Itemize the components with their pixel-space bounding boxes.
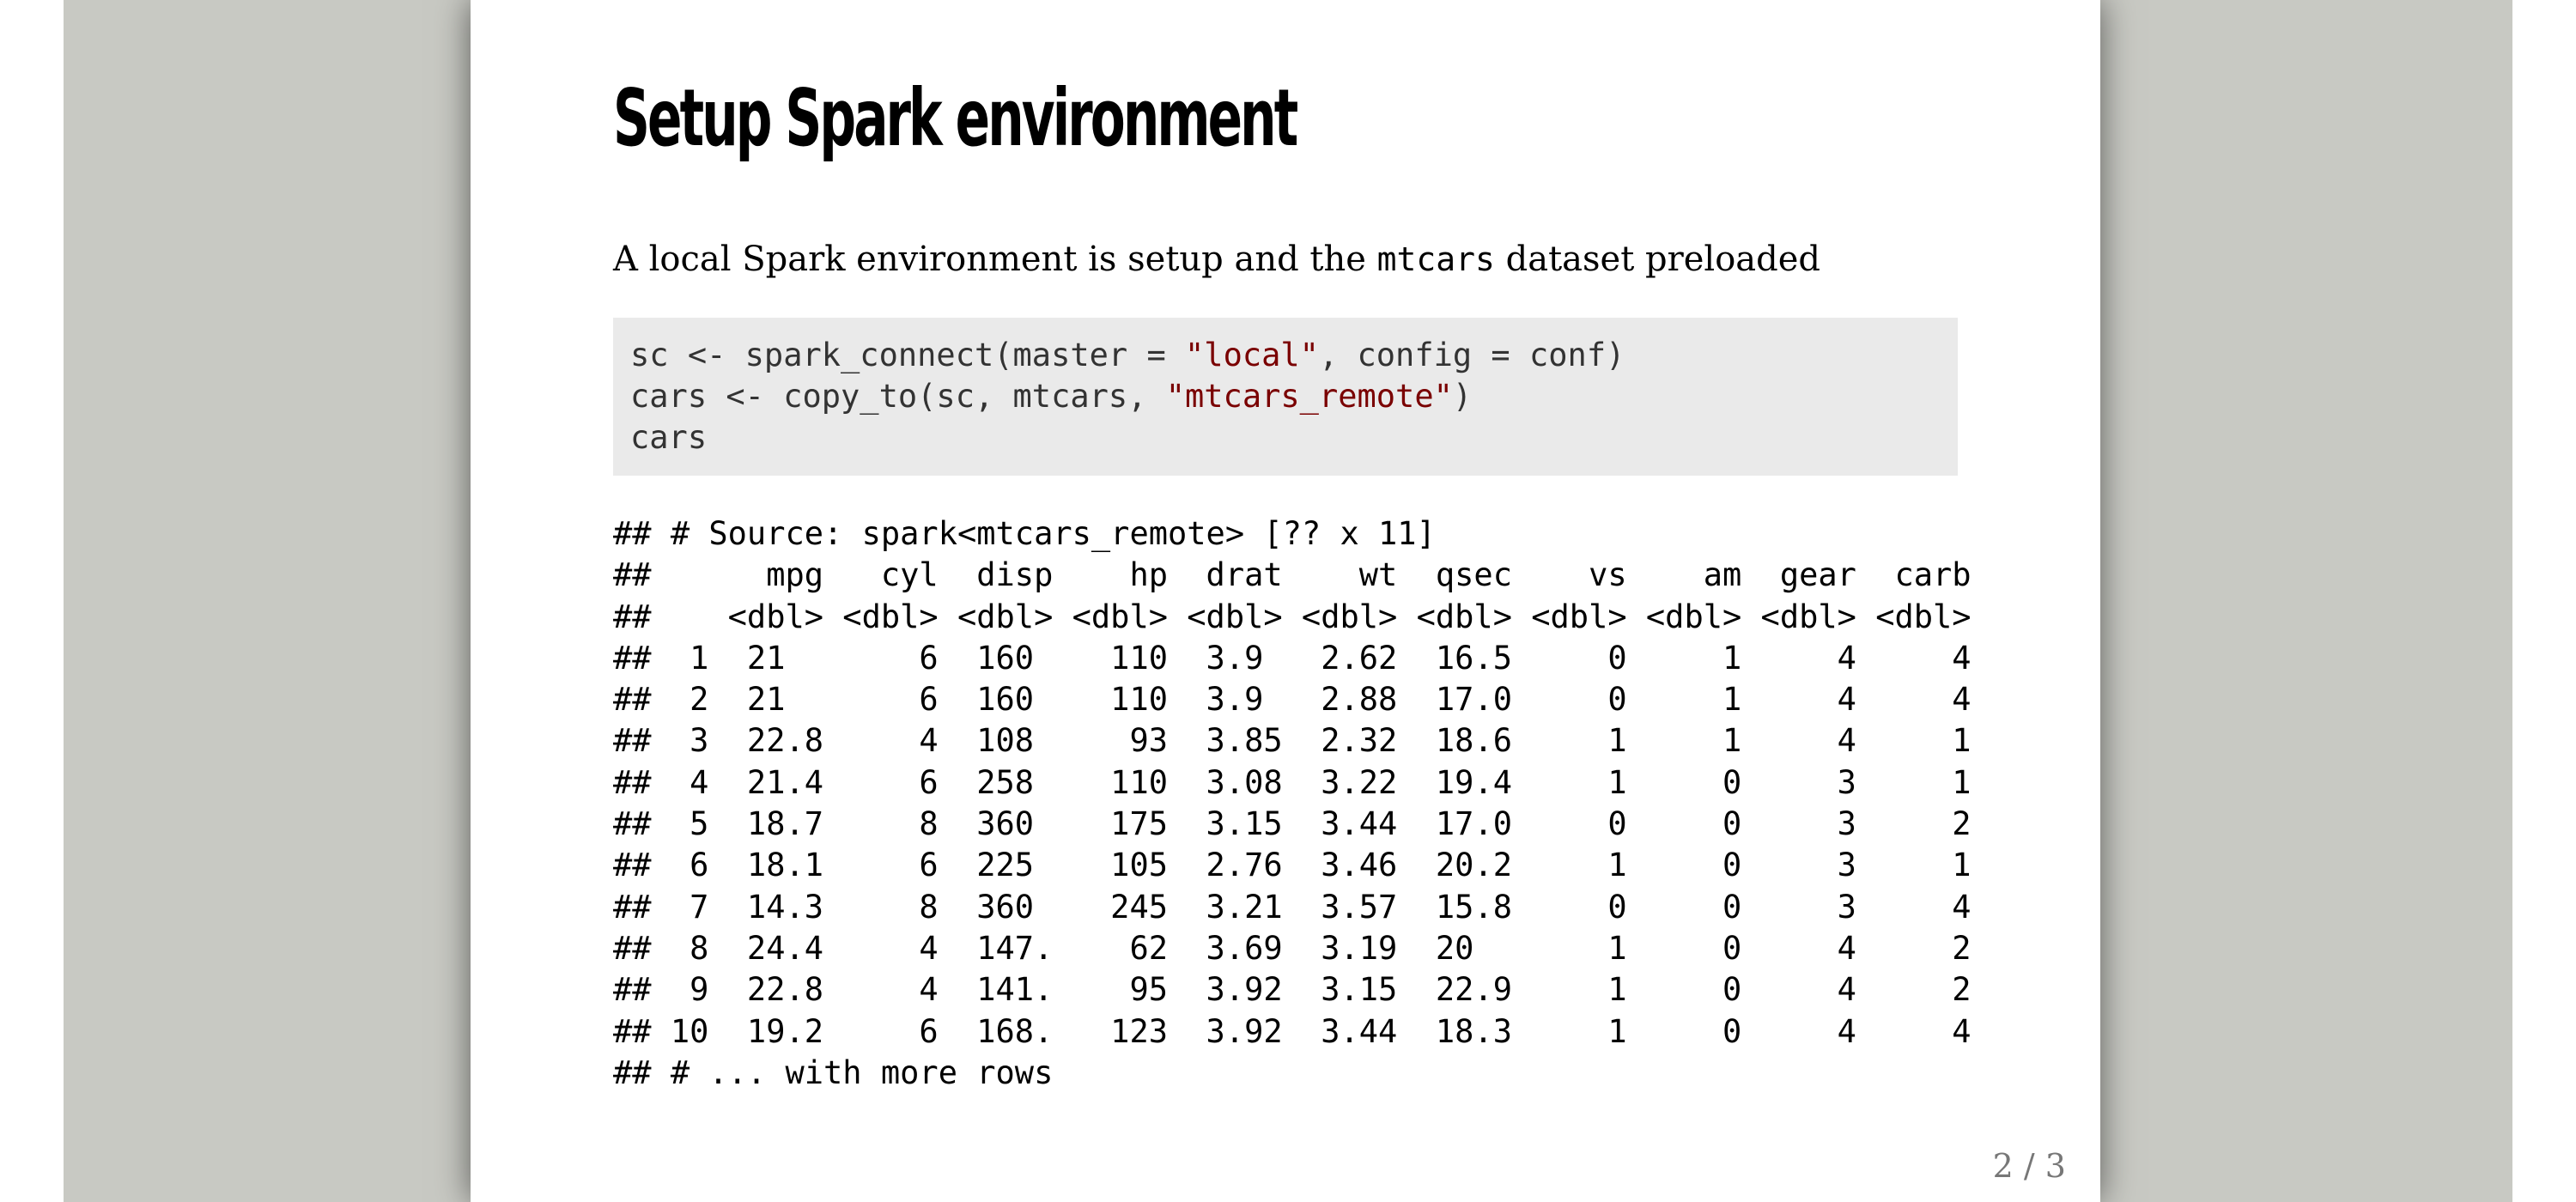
output-line: ## 10 19.2 6 168. 123 3.92 3.44 18.3 1 0… bbox=[613, 1012, 1971, 1050]
output-line: ## 7 14.3 8 360 245 3.21 3.57 15.8 0 0 3… bbox=[613, 888, 1971, 926]
code-line: cars <- copy_to(sc, mtcars, "mtcars_remo… bbox=[630, 376, 1941, 417]
output-line: ## 2 21 6 160 110 3.9 2.88 17.0 0 1 4 4 bbox=[613, 681, 1971, 719]
output-line: ## 8 24.4 4 147. 62 3.69 3.19 20 1 0 4 2 bbox=[613, 929, 1971, 967]
output-line: ## 9 22.8 4 141. 95 3.92 3.15 22.9 1 0 4… bbox=[613, 971, 1971, 1009]
intro-text-after: dataset preloaded bbox=[1494, 240, 1821, 279]
code-text: sc <- spark_connect(master = bbox=[630, 337, 1186, 373]
slide-page-number: 2 / 3 bbox=[1992, 1147, 2066, 1185]
output-line: ## 1 21 6 160 110 3.9 2.62 16.5 0 1 4 4 bbox=[613, 639, 1971, 677]
slide-title: Setup Spark environment bbox=[613, 72, 1298, 164]
code-text: cars <- copy_to(sc, mtcars, bbox=[630, 378, 1166, 415]
code-text: cars bbox=[630, 419, 708, 456]
intro-text-before: A local Spark environment is setup and t… bbox=[613, 240, 1377, 279]
code-line: cars bbox=[630, 417, 1941, 458]
code-block: sc <- spark_connect(master = "local", co… bbox=[613, 318, 1958, 476]
output-line: ## 6 18.1 6 225 105 2.76 3.46 20.2 1 0 3… bbox=[613, 847, 1971, 884]
intro-text: A local Spark environment is setup and t… bbox=[613, 239, 1820, 280]
code-line: sc <- spark_connect(master = "local", co… bbox=[630, 335, 1941, 376]
output-line: ## # ... with more rows bbox=[613, 1053, 1054, 1091]
code-text: , config = conf) bbox=[1318, 337, 1625, 373]
output-line: ## 5 18.7 8 360 175 3.15 3.44 17.0 0 0 3… bbox=[613, 805, 1971, 843]
code-output: ## # Source: spark<mtcars_remote> [?? x … bbox=[613, 513, 1971, 1094]
code-string: "local" bbox=[1185, 337, 1319, 373]
output-line: ## <dbl> <dbl> <dbl> <dbl> <dbl> <dbl> <… bbox=[613, 598, 1971, 635]
output-line: ## 3 22.8 4 108 93 3.85 2.32 18.6 1 1 4 … bbox=[613, 722, 1971, 760]
intro-inline-code: mtcars bbox=[1376, 240, 1495, 278]
slide: Setup Spark environment A local Spark en… bbox=[471, 0, 2100, 1202]
code-text: ) bbox=[1452, 378, 1473, 415]
code-string: "mtcars_remote" bbox=[1165, 378, 1453, 415]
output-line: ## # Source: spark<mtcars_remote> [?? x … bbox=[613, 515, 1436, 552]
output-line: ## 4 21.4 6 258 110 3.08 3.22 19.4 1 0 3… bbox=[613, 763, 1971, 801]
output-line: ## mpg cyl disp hp drat wt qsec vs am ge… bbox=[613, 556, 1971, 594]
